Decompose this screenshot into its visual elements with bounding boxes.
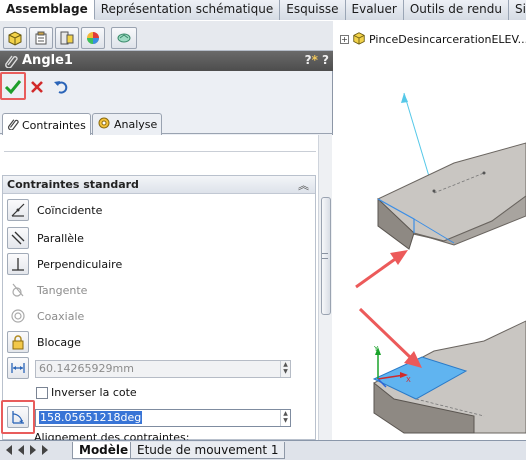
- mates-content: Contraintes standard ︽ Coïncidente Paral…: [0, 135, 333, 444]
- display-manager-icon[interactable]: [111, 27, 137, 49]
- svg-text:Y: Y: [373, 345, 379, 353]
- paperclip-icon: [4, 54, 18, 71]
- property-manager-icon[interactable]: [29, 27, 53, 49]
- last-tab-icon[interactable]: [42, 445, 48, 455]
- divider: [4, 151, 316, 152]
- tab-etude-de-mouvement[interactable]: Etude de mouvement 1: [130, 442, 286, 459]
- prev-tab-icon[interactable]: [18, 445, 24, 455]
- action-toolbar: [0, 72, 333, 102]
- distance-field: 60.14265929mm ▲ ▼: [35, 360, 291, 378]
- undo-icon[interactable]: [50, 76, 72, 98]
- paperclip-icon: [7, 118, 19, 133]
- distance-row: [7, 356, 29, 380]
- analysis-icon: [97, 116, 111, 133]
- next-tab-icon[interactable]: [30, 445, 36, 455]
- bottom-tabs: Modèle Etude de mouvement 1: [0, 440, 526, 460]
- tab-analyse[interactable]: Analyse: [92, 113, 163, 135]
- angle-spinner[interactable]: ▲ ▼: [280, 410, 290, 426]
- tab-modele[interactable]: Modèle: [72, 442, 136, 459]
- property-sub-tabs: Contraintes Analyse: [0, 108, 333, 136]
- coincident-icon[interactable]: [7, 199, 29, 221]
- panel-scrollbar[interactable]: [318, 135, 332, 440]
- collapse-chevron-icon[interactable]: ︽: [298, 177, 309, 193]
- concentric-icon: [7, 305, 29, 327]
- angle-icon[interactable]: [7, 406, 29, 428]
- distance-icon[interactable]: [7, 357, 29, 379]
- command-manager-tabs: Assemblage Représentation schématique Es…: [0, 0, 526, 20]
- manager-tabs: [0, 21, 333, 51]
- model-viewport[interactable]: Y X: [334, 21, 526, 440]
- first-tab-icon[interactable]: [6, 445, 12, 455]
- page-title: Angle1: [22, 53, 73, 68]
- appearance-icon[interactable]: [81, 27, 105, 49]
- scrollbar-grip: [322, 253, 328, 259]
- mate-tangent: Tangente: [7, 278, 87, 302]
- tab-assemblage[interactable]: Assemblage: [0, 0, 95, 20]
- mate-perpendicular[interactable]: Perpendiculaire: [7, 252, 122, 276]
- mate-concentric: Coaxiale: [7, 304, 84, 328]
- configuration-icon[interactable]: [55, 27, 79, 49]
- tab-representation-schematique[interactable]: Représentation schématique: [94, 0, 281, 20]
- flip-dimension-row[interactable]: Inverser la cote: [36, 386, 137, 399]
- upper-part[interactable]: [377, 142, 526, 250]
- tab-outils-de-rendu[interactable]: Outils de rendu: [403, 0, 509, 20]
- standard-mates-group: Contraintes standard ︽ Coïncidente Paral…: [1, 175, 316, 444]
- assembly-feature-icon[interactable]: [3, 27, 27, 49]
- parallel-icon[interactable]: [7, 227, 29, 249]
- mate-lock[interactable]: Blocage: [7, 330, 81, 354]
- perpendicular-icon[interactable]: [7, 253, 29, 275]
- help-button[interactable]: ?* ?: [305, 53, 329, 67]
- property-manager-title-bar: Angle1 ?* ?: [0, 51, 333, 71]
- distance-spinner: ▲ ▼: [280, 361, 290, 377]
- tab-simulation[interactable]: Simu: [509, 0, 526, 20]
- cancel-x-icon[interactable]: [26, 76, 48, 98]
- angle-field[interactable]: 158.05651218deg ▲ ▼: [35, 409, 291, 427]
- tab-evaluer[interactable]: Evaluer: [345, 0, 404, 20]
- flip-dimension-checkbox[interactable]: [36, 386, 48, 399]
- svg-text:X: X: [406, 376, 411, 384]
- property-manager-panel: Angle1 ?* ? Contraintes Analyse Contrain…: [0, 21, 333, 444]
- angle-row: [7, 405, 29, 429]
- ok-check-icon[interactable]: [2, 76, 24, 98]
- mate-parallel[interactable]: Parallèle: [7, 226, 84, 250]
- mate-coincident[interactable]: Coïncidente: [7, 198, 102, 222]
- tab-esquisse[interactable]: Esquisse: [280, 0, 346, 20]
- lock-icon[interactable]: [7, 331, 29, 353]
- lower-part[interactable]: [372, 320, 526, 434]
- group-header[interactable]: Contraintes standard ︽: [3, 176, 315, 194]
- tab-contraintes[interactable]: Contraintes: [2, 113, 91, 136]
- tangent-icon: [7, 279, 29, 301]
- annotation-arrow: [358, 307, 422, 368]
- annotation-arrow: [355, 250, 408, 289]
- graphics-area[interactable]: + PinceDesincarcerationELEV... Y X: [334, 21, 526, 440]
